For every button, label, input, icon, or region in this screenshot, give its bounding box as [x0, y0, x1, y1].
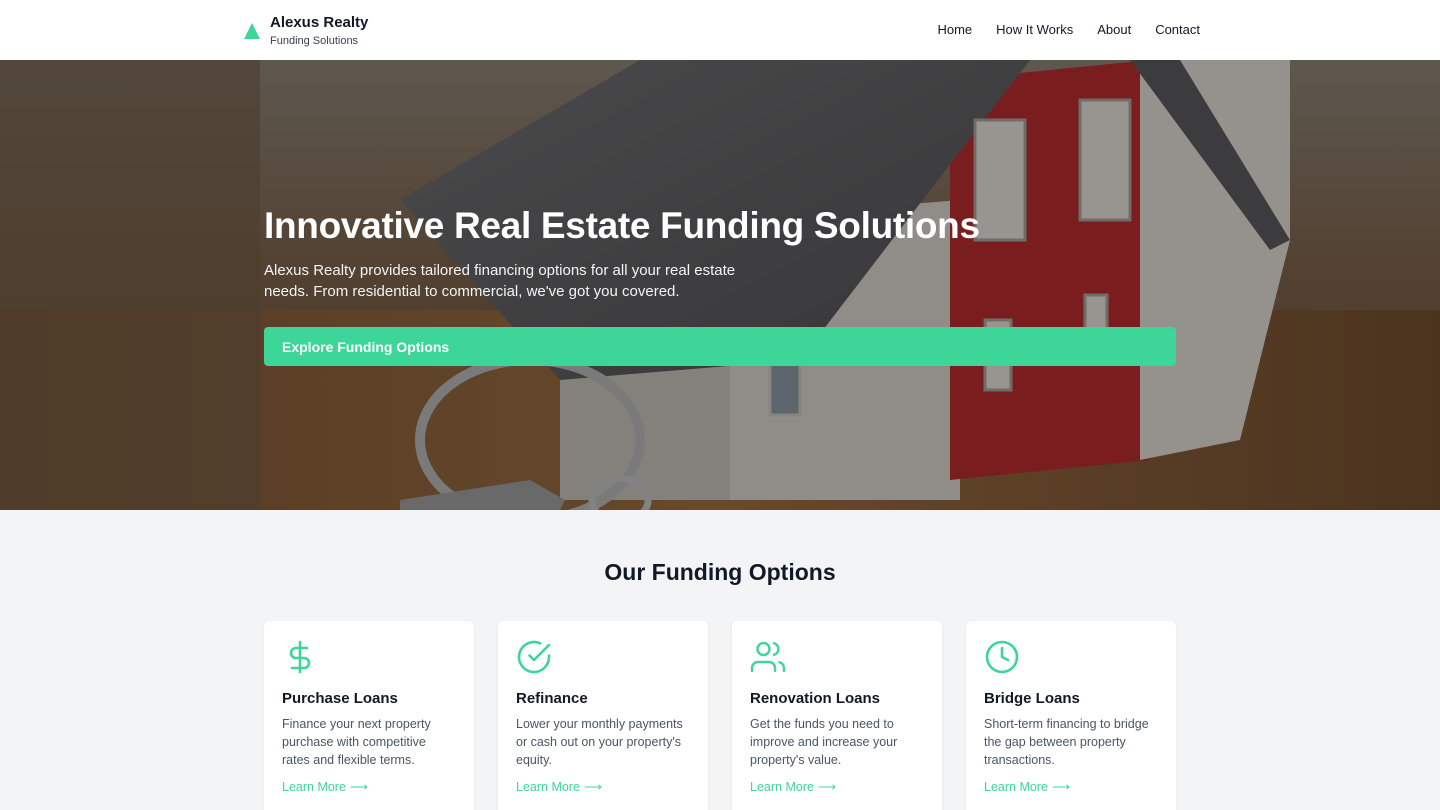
check-circle-icon	[517, 640, 551, 674]
learn-more-link[interactable]: Learn More ⟶	[282, 779, 368, 795]
card-title: Refinance	[516, 690, 588, 707]
arrow-right-icon: ⟶	[817, 780, 836, 794]
learn-more-label: Learn More	[282, 780, 346, 794]
learn-more-link[interactable]: Learn More ⟶	[984, 779, 1070, 795]
card-title: Bridge Loans	[984, 690, 1080, 707]
clock-icon	[985, 640, 1019, 674]
section-title: Our Funding Options	[604, 559, 836, 585]
main-nav: Home How It Works About Contact	[937, 22, 1200, 38]
card-description: Lower your monthly payments or cash out …	[516, 717, 683, 767]
learn-more-label: Learn More	[516, 780, 580, 794]
users-icon	[750, 641, 786, 673]
hero-section: Innovative Real Estate Funding Solutions…	[0, 60, 1440, 510]
learn-more-link[interactable]: Learn More ⟶	[750, 779, 836, 795]
card-description: Finance your next property purchase with…	[282, 717, 431, 767]
explore-funding-button[interactable]: Explore Funding Options	[264, 327, 1176, 366]
card-title: Purchase Loans	[282, 690, 398, 707]
card-description: Get the funds you need to improve and in…	[750, 717, 898, 767]
nav-contact[interactable]: Contact	[1155, 22, 1200, 38]
nav-about[interactable]: About	[1097, 22, 1131, 38]
learn-more-label: Learn More	[750, 780, 814, 794]
arrow-right-icon: ⟶	[583, 780, 602, 794]
brand[interactable]: Alexus Realty Funding Solutions	[243, 14, 368, 48]
learn-more-link[interactable]: Learn More ⟶	[516, 779, 602, 795]
nav-home[interactable]: Home	[937, 22, 972, 38]
card-renovation-loans: Renovation Loans Get the funds you need …	[732, 621, 942, 810]
learn-more-label: Learn More	[984, 780, 1048, 794]
hero-content: Innovative Real Estate Funding Solutions…	[264, 204, 1176, 366]
card-bridge-loans: Bridge Loans Short-term financing to bri…	[966, 621, 1176, 810]
brand-name: Alexus Realty	[270, 14, 369, 31]
site-header: Alexus Realty Funding Solutions Home How…	[0, 0, 1440, 60]
nav-how-it-works[interactable]: How It Works	[996, 22, 1073, 38]
hero-title: Innovative Real Estate Funding Solutions	[264, 205, 980, 246]
hero-subtitle: Alexus Realty provides tailored financin…	[264, 262, 736, 300]
brand-tagline: Funding Solutions	[270, 35, 359, 47]
card-title: Renovation Loans	[750, 690, 881, 707]
dollar-icon	[289, 640, 311, 674]
card-description: Short-term financing to bridge the gap b…	[984, 717, 1149, 767]
card-refinance: Refinance Lower your monthly payments or…	[498, 621, 708, 810]
arrow-right-icon: ⟶	[1051, 780, 1070, 794]
arrow-right-icon: ⟶	[349, 780, 368, 794]
funding-options-list: Purchase Loans Finance your next propert…	[264, 621, 1176, 810]
card-purchase-loans: Purchase Loans Finance your next propert…	[264, 621, 474, 810]
triangle-logo-icon	[244, 23, 260, 39]
